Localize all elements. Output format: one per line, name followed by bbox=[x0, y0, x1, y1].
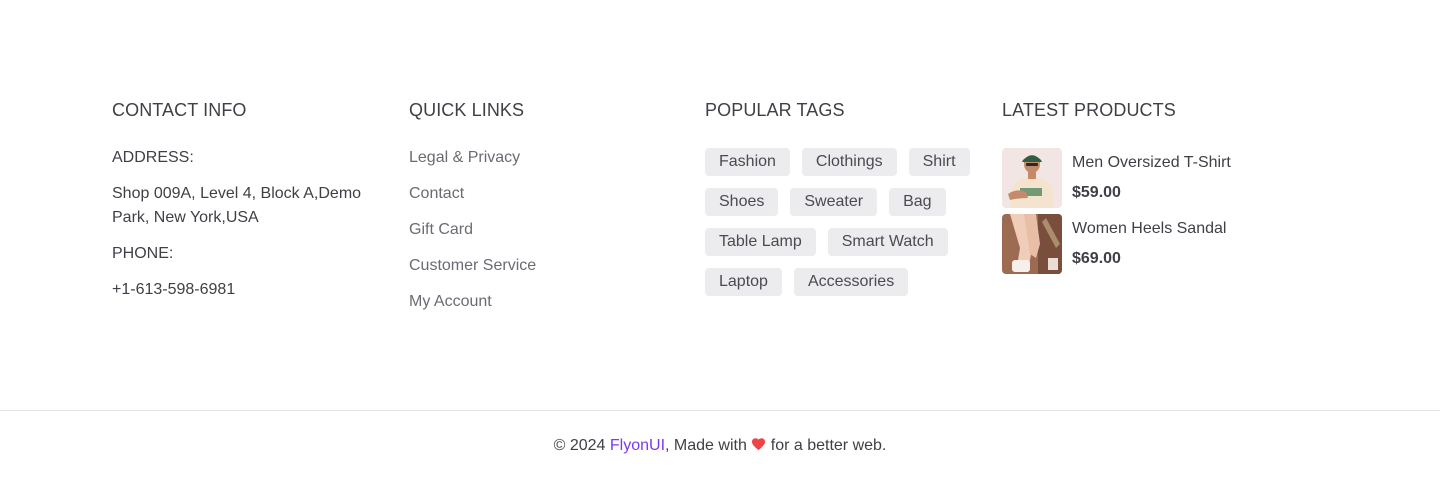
copyright-bar: © 2024 FlyonUI, Made with for a better w… bbox=[0, 436, 1440, 457]
tag-row: Fashion Clothings Shirt bbox=[705, 148, 995, 176]
product-thumbnail-sandal[interactable] bbox=[1002, 214, 1062, 274]
tag-table-lamp[interactable]: Table Lamp bbox=[705, 228, 816, 256]
tag-shoes[interactable]: Shoes bbox=[705, 188, 779, 216]
tag-row: Laptop Accessories bbox=[705, 268, 995, 296]
made-with-text: , Made with bbox=[665, 437, 747, 454]
phone-text: +1-613-598-6981 bbox=[112, 281, 236, 298]
tag-accessories[interactable]: Accessories bbox=[793, 268, 909, 296]
tag-bag[interactable]: Bag bbox=[889, 188, 946, 216]
tag-shirt[interactable]: Shirt bbox=[908, 148, 970, 176]
heart-icon bbox=[751, 437, 766, 457]
tag-row: Shoes Sweater Bag bbox=[705, 188, 995, 216]
product-name[interactable]: Women Heels Sandal bbox=[1072, 219, 1226, 239]
link-contact[interactable]: Contact bbox=[409, 184, 464, 204]
link-my-account[interactable]: My Account bbox=[409, 292, 492, 312]
footer-divider bbox=[0, 410, 1440, 411]
copyright-prefix: © 2024 bbox=[553, 437, 606, 454]
tag-list: Fashion Clothings Shirt Shoes Sweater Ba… bbox=[705, 148, 995, 308]
product-thumbnail-tshirt[interactable] bbox=[1002, 148, 1062, 208]
tag-laptop[interactable]: Laptop bbox=[705, 268, 782, 296]
address-label: ADDRESS: bbox=[112, 149, 194, 166]
product-name[interactable]: Men Oversized T-Shirt bbox=[1072, 153, 1231, 173]
tag-row: Table Lamp Smart Watch bbox=[705, 228, 995, 256]
contact-info-title: CONTACT INFO bbox=[112, 100, 247, 120]
link-legal-privacy[interactable]: Legal & Privacy bbox=[409, 148, 520, 168]
link-customer-service[interactable]: Customer Service bbox=[409, 256, 536, 276]
product-item[interactable]: Women Heels Sandal $69.00 bbox=[1002, 214, 1226, 274]
tag-smart-watch[interactable]: Smart Watch bbox=[827, 228, 948, 256]
brand-link[interactable]: FlyonUI bbox=[610, 437, 665, 454]
product-item[interactable]: Men Oversized T-Shirt $59.00 bbox=[1002, 148, 1231, 208]
quick-links-column: QUICK LINKS Legal & Privacy Contact Gift… bbox=[409, 98, 669, 310]
popular-tags-column: POPULAR TAGS Fashion Clothings Shirt Sho… bbox=[705, 98, 995, 296]
tag-clothings[interactable]: Clothings bbox=[801, 148, 897, 176]
latest-products-column: LATEST PRODUCTS Men Oversized T-Shirt $5… bbox=[1002, 98, 1302, 274]
footer-columns: CONTACT INFO ADDRESS: Shop 009A, Level 4… bbox=[112, 98, 1328, 318]
tag-sweater[interactable]: Sweater bbox=[790, 188, 878, 216]
copyright-suffix: for a better web. bbox=[770, 437, 887, 454]
product-price: $69.00 bbox=[1072, 250, 1121, 267]
latest-products-title: LATEST PRODUCTS bbox=[1002, 100, 1176, 120]
popular-tags-title: POPULAR TAGS bbox=[705, 100, 845, 120]
address-text: Shop 009A, Level 4, Block A,Demo Park, N… bbox=[112, 185, 362, 226]
tag-fashion[interactable]: Fashion bbox=[705, 148, 790, 176]
link-gift-card[interactable]: Gift Card bbox=[409, 220, 473, 240]
phone-label: PHONE: bbox=[112, 245, 174, 262]
contact-info-column: CONTACT INFO ADDRESS: Shop 009A, Level 4… bbox=[112, 98, 392, 298]
quick-links-title: QUICK LINKS bbox=[409, 100, 525, 120]
product-price: $59.00 bbox=[1072, 184, 1121, 201]
